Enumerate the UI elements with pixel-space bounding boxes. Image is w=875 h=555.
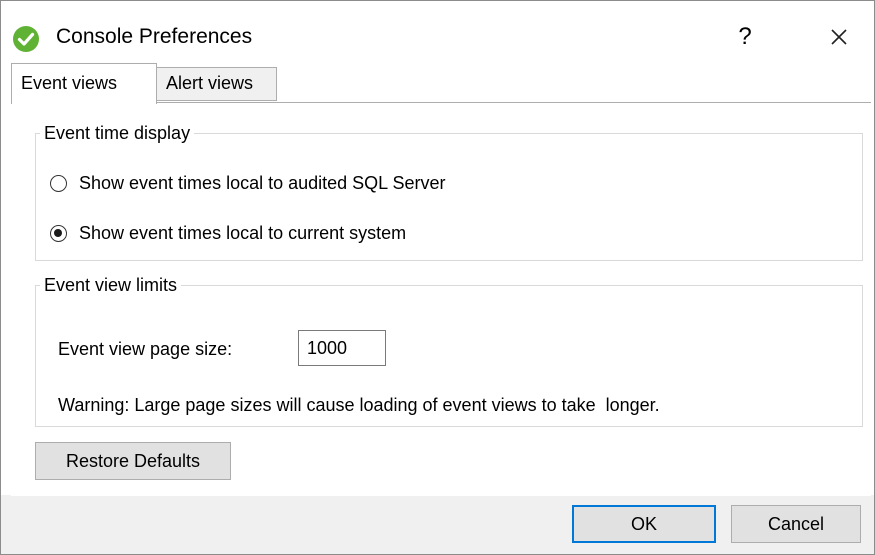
help-button[interactable]: ?: [725, 19, 765, 55]
window-title: Console Preferences: [56, 25, 253, 48]
event-view-limits-legend: Event view limits: [44, 275, 178, 295]
radio-local-current-system[interactable]: Show event times local to current system: [50, 220, 406, 246]
console-preferences-dialog: Console Preferences ? Event views Alert …: [0, 0, 875, 555]
close-icon[interactable]: [819, 19, 859, 55]
radio-label: Show event times local to audited SQL Se…: [79, 172, 446, 193]
tab-strip: Event views Alert views: [11, 63, 871, 104]
title-bar[interactable]: Console Preferences ?: [1, 1, 874, 63]
tab-alert-views[interactable]: Alert views: [157, 67, 277, 101]
dialog-footer: OK Cancel: [1, 495, 874, 554]
page-size-input[interactable]: [298, 330, 386, 366]
event-view-limits-group: Event view limits Event view page size: …: [35, 275, 863, 427]
radio-local-audited-server[interactable]: Show event times local to audited SQL Se…: [50, 170, 446, 196]
tab-event-views[interactable]: Event views: [11, 63, 157, 104]
page-size-label: Event view page size:: [58, 339, 233, 359]
cancel-button[interactable]: Cancel: [731, 505, 861, 543]
ok-button[interactable]: OK: [572, 505, 716, 543]
radio-button-checked[interactable]: [50, 224, 67, 242]
event-time-display-group: Event time display Show event times loca…: [35, 123, 863, 261]
radio-button[interactable]: [50, 174, 67, 192]
check-circle-icon: [13, 26, 39, 52]
event-time-display-legend: Event time display: [44, 123, 191, 143]
radio-label: Show event times local to current system: [79, 222, 407, 243]
event-views-panel: Event time display Show event times loca…: [11, 102, 871, 496]
restore-defaults-button[interactable]: Restore Defaults: [35, 442, 231, 480]
page-size-warning: Warning: Large page sizes will cause loa…: [58, 395, 660, 415]
